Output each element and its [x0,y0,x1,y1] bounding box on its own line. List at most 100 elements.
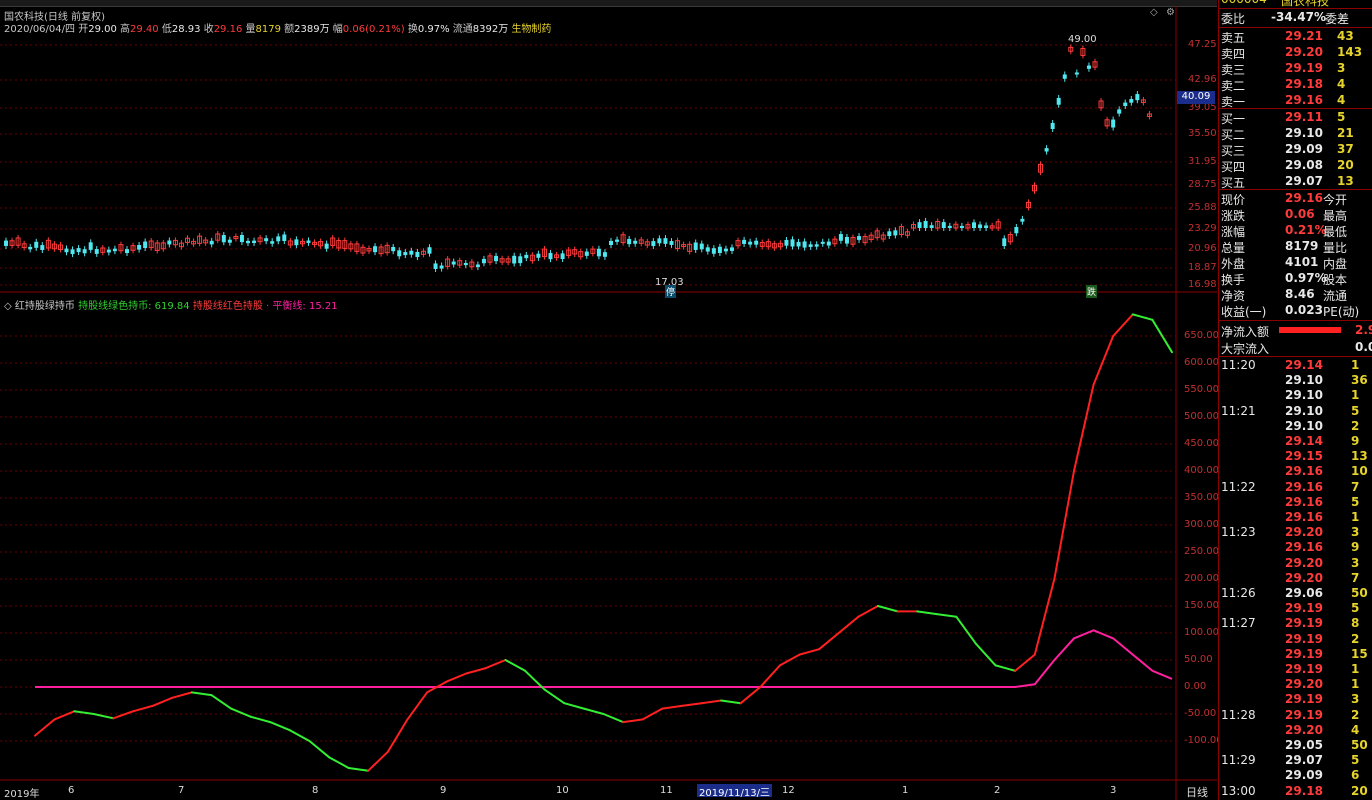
tick-volume: 7 [1351,479,1360,494]
current-price-tag: 40.09 [1177,91,1215,104]
flow-label: 净流入额 [1221,325,1270,339]
indicator-axis-label: 450.00 [1184,438,1219,449]
indicator-axis-label: 250.00 [1184,546,1219,557]
tick-volume: 1 [1351,510,1360,524]
stat-label-2: 今开 [1323,193,1348,207]
tick-price: 29.10 [1285,373,1323,388]
holding-line-segment [563,702,585,710]
tick-volume: 6 [1351,768,1360,783]
candle-body [112,248,117,252]
candle-body [663,238,668,244]
settings-icon[interactable]: ⚙ [1166,7,1175,18]
tick-time: 13:00 [1221,783,1256,798]
holding-line-segment [406,691,429,721]
tick-row: 29.09 6 [1219,768,1372,784]
price-axis-label: 18.87 [1188,262,1217,273]
bid-volume: 20 [1337,158,1354,172]
tick-time: 11:29 [1221,753,1256,768]
holding-line-segment [367,750,389,772]
candle-body [76,248,81,253]
tick-time: 11:22 [1221,479,1256,494]
holding-line-segment [1014,653,1036,672]
sector-tag[interactable]: 生物制药 [511,24,551,35]
holding-line-segment [1131,313,1154,321]
candle-body [64,248,69,253]
candle-body [324,243,329,249]
indicator-name[interactable]: 红持股绿持币 [15,301,75,312]
candle-body [137,244,142,250]
ask-price: 29.16 [1285,93,1323,107]
tick-row: 11:21 29.10 5 [1219,404,1372,420]
float-label: 流通 [452,24,473,35]
ask-row: 卖五 29.21 43 [1219,29,1372,45]
holding-line-segment [484,659,507,670]
indicator-collapse-icon[interactable]: ◇ [4,301,12,312]
zoom-icon[interactable]: ◇ [1150,7,1158,18]
candle-body [40,245,45,251]
tick-volume: 1 [1351,388,1360,403]
holding-line-segment [935,613,958,618]
indicator-axis-label: 100.00 [1184,627,1219,638]
holding-line-segment [818,632,840,651]
pct-label: 幅 [332,24,343,35]
tick-volume: 1 [1351,358,1360,372]
tick-row: 29.19 15 [1219,647,1372,663]
series1-name: 持股线绿色持币: [78,301,152,312]
amt-label: 额 [284,24,295,35]
candle-body [252,240,257,244]
holding-line-segment [151,696,174,707]
bid-row: 买五 29.07 13 [1219,174,1372,190]
candle-body [415,251,420,258]
ask-price: 29.19 [1285,61,1323,75]
ask-row: 卖二 29.18 4 [1219,77,1372,93]
ask-label: 卖四 [1221,47,1246,61]
candle-body [693,242,698,250]
tick-volume: 5 [1351,403,1360,418]
weibi-value: -34.47% [1271,10,1326,24]
holding-line-segment [1092,335,1115,386]
time-axis-label: 7 [178,785,185,796]
holding-line-segment [700,699,723,705]
stat-value: 29.16 [1285,191,1323,205]
close-label: 收 [203,24,214,35]
indicator-axis-label: 200.00 [1184,573,1219,584]
chart-canvas[interactable] [0,6,1217,800]
candle-body [947,225,952,228]
stat-row: 净资 8.46 流通 [1219,287,1372,303]
holding-line-segment [582,707,605,715]
candle-body [584,251,589,256]
chart-area[interactable]: 国农科技(日线 前复权) ◇ ⚙ 2020/06/04/四 开29.00 高29… [0,6,1223,800]
candle-body [397,250,402,257]
series3-value: 15.21 [308,301,338,312]
tick-row: 29.20 1 [1219,677,1372,693]
stat-label-2: 股本 [1323,273,1348,287]
tick-volume: 5 [1351,753,1360,768]
candle-body [802,241,807,248]
bid-label: 买四 [1221,160,1246,174]
tick-price: 29.07 [1285,753,1323,768]
candle-body [602,252,607,257]
tick-row: 11:20 29.14 1 [1219,358,1372,374]
candle-body [1056,97,1061,105]
bid-row: 买二 29.10 21 [1219,126,1372,142]
stat-value: 8179 [1285,239,1319,253]
price-axis-label: 20.96 [1188,243,1217,254]
ask-volume: 4 [1337,93,1346,107]
holding-line-segment [622,718,644,724]
candle-body [34,241,39,248]
candle-body [70,249,75,255]
series2-name: 持股线红色持股 [192,301,263,312]
drop-mark: 跌 [1086,285,1098,298]
holding-line-segment [1072,383,1095,472]
ask-row: 卖四 29.20 143 [1219,45,1372,61]
candle-body [512,255,517,264]
candle-body [844,236,849,244]
tick-volume: 15 [1351,646,1368,661]
period-button[interactable]: 日线 [1186,784,1208,800]
indicator-lines [34,313,1173,772]
indicator-axis-label: 50.00 [1184,654,1213,665]
candle-body [609,240,613,245]
holding-line-segment [269,721,291,732]
tick-price: 29.20 [1285,525,1323,540]
stat-row: 收益(一) 0.023 PE(动) [1219,303,1372,319]
